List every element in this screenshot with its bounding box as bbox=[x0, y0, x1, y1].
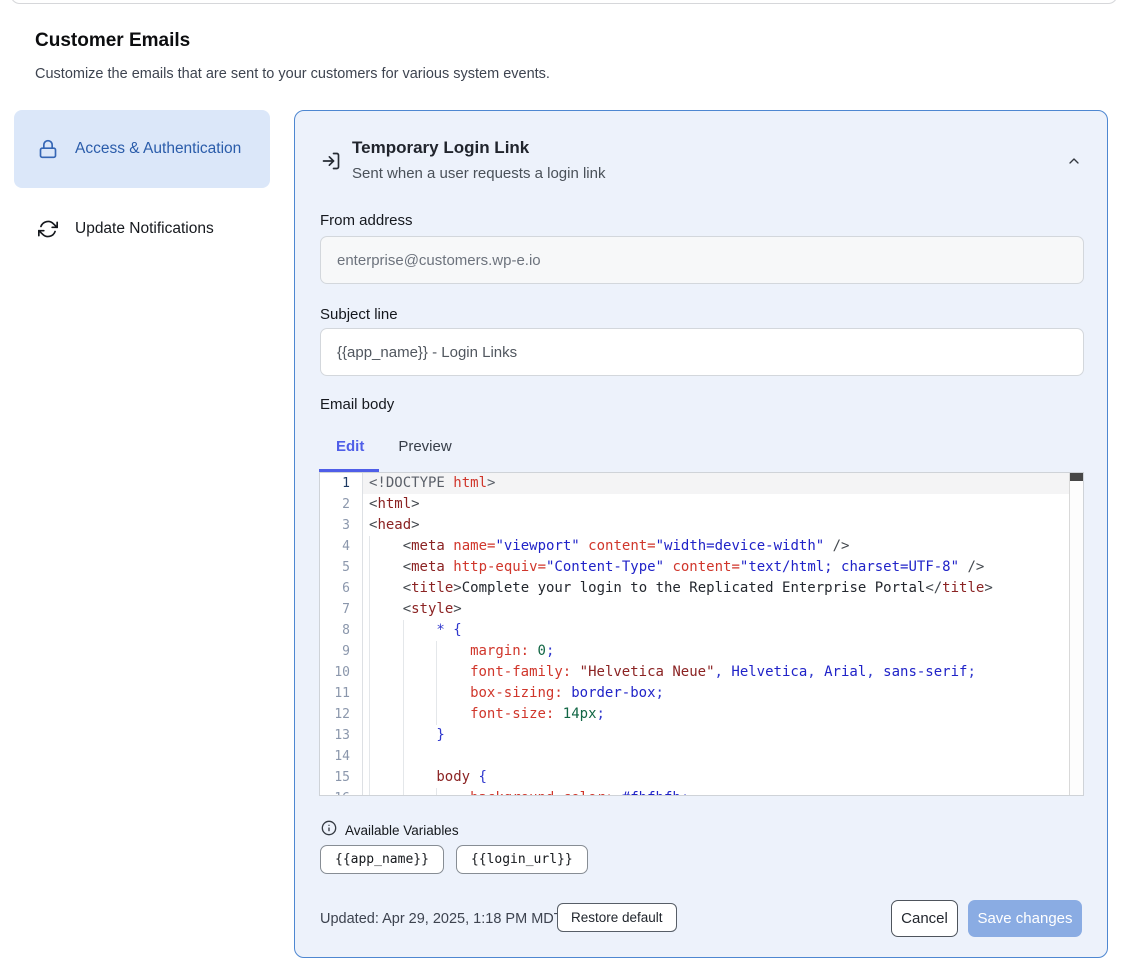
subject-line-label: Subject line bbox=[320, 306, 398, 323]
code-line-content: <style> bbox=[363, 599, 462, 620]
line-number: 8 bbox=[320, 620, 363, 641]
code-line-5[interactable]: 5<meta http-equiv="Content-Type" content… bbox=[320, 557, 1083, 578]
page-title: Customer Emails bbox=[35, 30, 190, 52]
code-line-content: font-size: 14px; bbox=[363, 704, 605, 725]
available-variables-label: Available Variables bbox=[345, 823, 459, 838]
line-number: 12 bbox=[320, 704, 363, 725]
code-line-content: <head> bbox=[363, 515, 420, 536]
code-line-11[interactable]: 11box-sizing: border-box; bbox=[320, 683, 1083, 704]
line-number: 11 bbox=[320, 683, 363, 704]
tab-preview[interactable]: Preview bbox=[398, 438, 451, 455]
code-line-3[interactable]: 3<head> bbox=[320, 515, 1083, 536]
code-line-12[interactable]: 12font-size: 14px; bbox=[320, 704, 1083, 725]
page-description: Customize the emails that are sent to yo… bbox=[35, 66, 550, 82]
temporary-login-link-card: Temporary Login Link Sent when a user re… bbox=[294, 110, 1108, 958]
code-line-13[interactable]: 13} bbox=[320, 725, 1083, 746]
line-number: 14 bbox=[320, 746, 363, 767]
card-subtitle: Sent when a user requests a login link bbox=[352, 165, 605, 182]
line-number: 15 bbox=[320, 767, 363, 788]
email-body-label: Email body bbox=[320, 396, 394, 413]
from-address-input[interactable] bbox=[320, 236, 1084, 284]
cancel-button[interactable]: Cancel bbox=[891, 900, 958, 937]
sidebar-item-label: Access & Authentication bbox=[75, 137, 245, 161]
line-number: 5 bbox=[320, 557, 363, 578]
editor-tabs: Edit Preview bbox=[336, 438, 452, 455]
code-line-content: <title>Complete your login to the Replic… bbox=[363, 578, 993, 599]
sidebar-item-label: Update Notifications bbox=[75, 217, 214, 241]
code-line-15[interactable]: 15body { bbox=[320, 767, 1083, 788]
editor-scrollbar-thumb[interactable] bbox=[1070, 473, 1083, 481]
collapse-button[interactable] bbox=[1061, 149, 1087, 175]
card-title: Temporary Login Link bbox=[352, 138, 529, 158]
variable-chips: {{app_name}} {{login_url}} bbox=[320, 845, 588, 874]
code-line-14[interactable]: 14 bbox=[320, 746, 1083, 767]
from-address-label: From address bbox=[320, 212, 413, 229]
chevron-up-icon bbox=[1066, 157, 1082, 172]
code-line-content: <html> bbox=[363, 494, 420, 515]
code-line-8[interactable]: 8* { bbox=[320, 620, 1083, 641]
line-number: 13 bbox=[320, 725, 363, 746]
variable-chip-login_url[interactable]: {{login_url}} bbox=[456, 845, 588, 874]
code-line-10[interactable]: 10font-family: "Helvetica Neue", Helveti… bbox=[320, 662, 1083, 683]
code-line-content: * { bbox=[363, 620, 462, 641]
info-icon bbox=[321, 820, 337, 841]
variable-chip-app_name[interactable]: {{app_name}} bbox=[320, 845, 444, 874]
line-number: 3 bbox=[320, 515, 363, 536]
line-number: 9 bbox=[320, 641, 363, 662]
line-number: 2 bbox=[320, 494, 363, 515]
code-line-content: <!DOCTYPE html> bbox=[363, 473, 495, 494]
lock-icon bbox=[38, 139, 58, 159]
code-line-16[interactable]: 16background-color: #fbfbfb; bbox=[320, 788, 1083, 796]
line-number: 1 bbox=[320, 473, 363, 494]
email-types-sidebar: Access & Authentication Update Notificati… bbox=[14, 110, 270, 253]
sidebar-item-access-authentication[interactable]: Access & Authentication bbox=[14, 110, 270, 188]
sidebar-item-update-notifications[interactable]: Update Notifications bbox=[14, 205, 270, 253]
previous-card-bottom-edge bbox=[10, 0, 1118, 4]
code-line-2[interactable]: 2<html> bbox=[320, 494, 1083, 515]
log-in-icon bbox=[321, 151, 341, 171]
tab-edit[interactable]: Edit bbox=[336, 438, 364, 455]
code-line-content: background-color: #fbfbfb; bbox=[363, 788, 689, 796]
code-line-content: <meta name="viewport" content="width=dev… bbox=[363, 536, 849, 557]
code-line-6[interactable]: 6<title>Complete your login to the Repli… bbox=[320, 578, 1083, 599]
refresh-icon bbox=[38, 219, 58, 239]
code-line-content: margin: 0; bbox=[363, 641, 554, 662]
line-number: 6 bbox=[320, 578, 363, 599]
code-line-1[interactable]: 1<!DOCTYPE html> bbox=[320, 473, 1083, 494]
code-line-7[interactable]: 7<style> bbox=[320, 599, 1083, 620]
subject-line-input[interactable] bbox=[320, 328, 1084, 376]
html-code-editor[interactable]: 1<!DOCTYPE html>2<html>3<head>4<meta nam… bbox=[319, 472, 1084, 796]
line-number: 7 bbox=[320, 599, 363, 620]
code-line-content: <meta http-equiv="Content-Type" content=… bbox=[363, 557, 984, 578]
code-line-content bbox=[363, 746, 436, 767]
code-line-4[interactable]: 4<meta name="viewport" content="width=de… bbox=[320, 536, 1083, 557]
save-changes-button[interactable]: Save changes bbox=[968, 900, 1082, 937]
code-line-content: } bbox=[363, 725, 445, 746]
restore-default-button[interactable]: Restore default bbox=[557, 903, 677, 932]
updated-timestamp: Updated: Apr 29, 2025, 1:18 PM MDT bbox=[320, 911, 563, 927]
code-line-content: box-sizing: border-box; bbox=[363, 683, 664, 704]
line-number: 4 bbox=[320, 536, 363, 557]
code-line-content: font-family: "Helvetica Neue", Helvetica… bbox=[363, 662, 976, 683]
line-number: 16 bbox=[320, 788, 363, 796]
available-variables-row: Available Variables bbox=[321, 820, 459, 841]
customer-emails-page: Customer Emails Customize the emails tha… bbox=[0, 0, 1128, 980]
editor-scrollbar[interactable] bbox=[1069, 473, 1083, 795]
code-line-content: body { bbox=[363, 767, 487, 788]
code-line-9[interactable]: 9margin: 0; bbox=[320, 641, 1083, 662]
line-number: 10 bbox=[320, 662, 363, 683]
